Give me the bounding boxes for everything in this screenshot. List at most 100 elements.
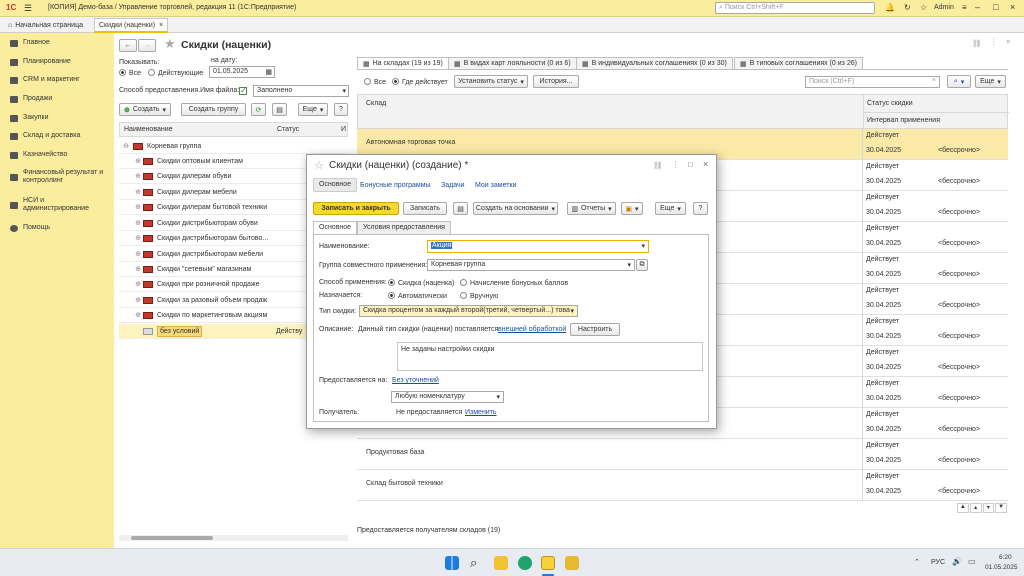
show-all-radio[interactable]: Все <box>119 69 141 77</box>
dialog-nav-main[interactable]: Основное <box>313 178 358 192</box>
sidebar-item-crm[interactable]: CRM и маркетинг <box>10 76 80 84</box>
clock-date[interactable]: 01.05.2025 <box>985 564 1018 571</box>
scroll-down-icon[interactable]: ▾ <box>982 503 995 513</box>
sidebar-item-main[interactable]: Главное <box>10 39 50 47</box>
table-row[interactable]: Склад бытовой техники Действует 30.04.2025… <box>357 470 1008 501</box>
expand-icon[interactable]: ⊕ <box>133 219 143 227</box>
volume-icon[interactable]: 🔊 <box>952 557 962 566</box>
close-tab-icon[interactable]: × <box>159 22 163 29</box>
col-discount-status[interactable]: Статус скидки <box>867 100 913 107</box>
tab-current[interactable]: Скидки (наценки) × <box>94 18 169 33</box>
left-scrollbar[interactable] <box>119 535 348 541</box>
settings-textarea[interactable]: Не заданы настройки скидки <box>397 342 703 371</box>
sidebar-item-treasury[interactable]: Казначейство <box>10 151 67 159</box>
tab-warehouses[interactable]: ▦ На складах (19 из 19) <box>357 57 449 69</box>
expand-icon[interactable]: ⊕ <box>133 188 143 196</box>
sidebar-item-warehouse[interactable]: Склад и доставка <box>10 132 80 140</box>
scroll-last-icon[interactable]: ▼ <box>995 503 1007 513</box>
sidebar-item-help[interactable]: Помощь <box>10 224 50 232</box>
method-checkbox[interactable]: ✓ <box>239 87 247 95</box>
expand-icon[interactable]: ⊕ <box>133 172 143 180</box>
star-icon[interactable]: ☆ <box>920 3 927 12</box>
col-warehouse[interactable]: Склад <box>366 100 386 107</box>
history-button[interactable]: История... <box>533 75 579 88</box>
right-scroll-controls[interactable]: ▲ ▴ ▾ ▼ <box>957 503 1007 513</box>
tab-individual-agreements[interactable]: ▦ В индивидуальных соглашениях (0 из 30) <box>576 57 733 69</box>
edge-icon[interactable] <box>518 556 532 570</box>
save-close-button[interactable]: Записать и закрыть <box>313 202 399 215</box>
type-select[interactable]: Скидка процентом за каждый второй(третий… <box>359 305 578 317</box>
close-icon[interactable]: × <box>703 159 708 169</box>
col-status[interactable]: Статус <box>277 126 299 133</box>
group-open-button[interactable]: ⧉ <box>636 259 648 271</box>
expand-icon[interactable]: ⊕ <box>133 157 143 165</box>
expand-icon[interactable]: ⊕ <box>133 280 143 288</box>
right-active-radio[interactable]: Где действует <box>392 78 448 86</box>
print-button[interactable]: ▣ ▾ <box>621 202 643 215</box>
col-name[interactable]: Наименование <box>124 126 173 133</box>
global-search-input[interactable]: ⌕ Поиск Ctrl+Shift+F <box>715 2 875 14</box>
bell-icon[interactable]: 🔔 <box>885 3 895 12</box>
sidebar-item-planning[interactable]: Планирование <box>10 58 71 66</box>
history-icon[interactable]: ↻ <box>904 3 911 12</box>
refresh-button[interactable]: ⟳ <box>251 103 266 116</box>
maximize-icon[interactable]: □ <box>993 2 998 12</box>
date-input[interactable]: 01.05.2025 ▦ <box>209 66 275 78</box>
link-icon[interactable]: ⛓ <box>972 39 982 48</box>
provided-link[interactable]: Без уточнений <box>392 377 439 384</box>
external-processing-link[interactable]: внешней обработкой <box>498 326 566 333</box>
right-all-radio[interactable]: Все <box>364 78 386 86</box>
link-icon[interactable]: ⛓ <box>653 161 663 170</box>
clear-icon[interactable]: × <box>932 77 936 84</box>
close-icon[interactable]: × <box>1010 2 1015 12</box>
create-button[interactable]: ⊕ Создать ▾ <box>119 103 171 116</box>
group-select[interactable]: Корневая группа ▾ <box>427 259 635 271</box>
dialog-nav-tasks[interactable]: Задачи <box>441 182 465 189</box>
close-form-icon[interactable]: × <box>1006 37 1010 46</box>
method-select[interactable]: Заполнено ▾ <box>253 85 349 97</box>
dialog-nav-notes[interactable]: Мои заметки <box>475 182 516 189</box>
scroll-first-icon[interactable]: ▲ <box>957 503 969 513</box>
onec-app-icon[interactable] <box>541 556 555 570</box>
dialog-nav-bonus[interactable]: Бонусные программы <box>360 182 431 189</box>
right-more-button[interactable]: Еще ▾ <box>975 75 1006 88</box>
user-name[interactable]: Admin <box>934 4 954 11</box>
tab-home[interactable]: ⌂ Начальная страница <box>4 19 87 31</box>
col-interval[interactable]: Интервал применения <box>867 117 940 124</box>
col-extra[interactable]: И <box>341 126 346 133</box>
chevron-down-icon[interactable]: ▾ <box>641 242 645 250</box>
help-button[interactable]: ? <box>334 103 348 116</box>
windows-start-icon[interactable] <box>445 556 459 570</box>
more-button[interactable]: Еще ▾ <box>298 103 328 116</box>
expand-icon[interactable]: ⊕ <box>133 250 143 258</box>
assign-auto-radio[interactable]: Автоматически <box>388 292 447 300</box>
post-button[interactable]: ▤ <box>453 202 468 215</box>
settings-icon[interactable]: ≡ <box>962 3 967 12</box>
minimize-icon[interactable]: – <box>975 2 980 12</box>
expand-icon[interactable]: ⊕ <box>133 265 143 273</box>
tab-typical-agreements[interactable]: ▦ В типовых соглашениях (0 из 26) <box>734 57 863 69</box>
show-active-radio[interactable]: Действующие <box>148 69 203 77</box>
sidebar-item-sales[interactable]: Продажи <box>10 95 52 103</box>
search-button[interactable]: ⌕ ▾ <box>947 75 971 88</box>
network-icon[interactable]: ▭ <box>968 557 976 566</box>
tray-chevron-icon[interactable]: ⌃ <box>914 558 920 566</box>
onec-secondary-icon[interactable] <box>565 556 579 570</box>
menu-icon[interactable]: ☰ <box>24 3 32 14</box>
sidebar-item-nsi[interactable]: НСИ и администрирование <box>10 197 110 213</box>
search-icon[interactable]: ⌕ <box>470 555 477 571</box>
method-discount-radio[interactable]: Скидка (наценка) <box>388 279 454 287</box>
assign-manual-radio[interactable]: Вручную <box>460 292 498 300</box>
expand-icon[interactable]: ⊕ <box>133 234 143 242</box>
sidebar-item-purchases[interactable]: Закупки <box>10 114 49 122</box>
expand-icon[interactable]: ⊕ <box>133 296 143 304</box>
recipient-change-link[interactable]: Изменить <box>465 409 497 416</box>
forward-button[interactable]: → <box>138 39 156 52</box>
clock-time[interactable]: 6:20 <box>999 554 1012 561</box>
create-based-button[interactable]: Создать на основании ▾ <box>473 202 558 215</box>
nomenclature-select[interactable]: Любую номенклатуру ▾ <box>391 391 504 403</box>
save-button[interactable]: Записать <box>403 202 447 215</box>
tab-loyalty-cards[interactable]: ▦ В видах карт лояльности (0 из 6) <box>448 57 577 69</box>
table-row[interactable]: Продуктовая база Действует 30.04.2025 <бесс… <box>357 439 1008 470</box>
dialog-tab-conditions[interactable]: Условия предоставления <box>357 221 451 234</box>
